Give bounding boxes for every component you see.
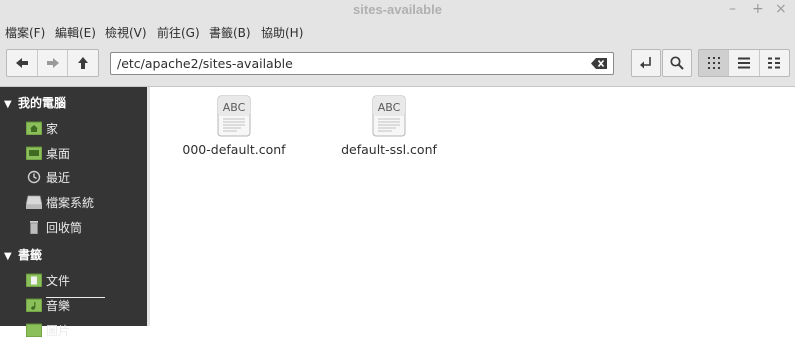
view-mode-buttons (698, 49, 790, 77)
up-button[interactable] (68, 50, 98, 76)
menu-go[interactable]: 前往(G) (157, 24, 200, 41)
navigation-buttons (6, 49, 99, 77)
trash-icon (30, 221, 38, 234)
compact-view-button[interactable] (760, 50, 789, 76)
search-icon (670, 56, 684, 70)
menu-bookmarks[interactable]: 書籤(B) (209, 24, 251, 41)
pictures-folder-icon (26, 323, 42, 337)
text-file-icon: ABC (372, 95, 406, 137)
menu-help[interactable]: 協助(H) (261, 24, 303, 41)
music-folder-icon (26, 298, 42, 312)
list-view-button[interactable] (729, 50, 760, 76)
arrow-up-icon (78, 57, 89, 69)
location-field[interactable]: /etc/apache2/sites-available (110, 52, 614, 75)
recent-icon (27, 170, 41, 184)
icon-view-icon (707, 57, 720, 69)
menu-edit[interactable]: 編輯(E) (55, 24, 96, 41)
menu-file[interactable]: 檔案(F) (5, 24, 45, 41)
sidebar-item-music[interactable]: 音樂 (26, 297, 70, 314)
title-bar: sites-available – + × (0, 0, 795, 20)
sidebar-section-bookmarks[interactable]: ▼ 書籤 (4, 246, 42, 263)
file-icon-text: ABC (223, 101, 246, 114)
drive-icon (26, 195, 42, 209)
sidebar-item-label: 檔案系統 (46, 196, 95, 210)
expander-down-icon: ▼ (4, 251, 12, 262)
toolbar: /etc/apache2/sites-available (0, 44, 795, 87)
forward-button[interactable] (38, 50, 69, 76)
maximize-button[interactable]: + (752, 1, 764, 17)
sidebar-item-label: 桌面 (46, 147, 71, 161)
compact-view-icon (768, 57, 781, 69)
window-title: sites-available (353, 2, 442, 17)
sidebar-section-my-computer[interactable]: ▼ 我的電腦 (4, 94, 66, 111)
sidebar: ▼ 我的電腦 家 桌面 最近 檔案系統 回收筒 ▼ 書籤 文件 音樂 圖片 (0, 87, 147, 338)
icon-view-button[interactable] (699, 50, 730, 76)
location-path[interactable]: /etc/apache2/sites-available (117, 56, 293, 71)
sidebar-item-label: 回收筒 (46, 221, 83, 235)
sidebar-item-home[interactable]: 家 (26, 120, 58, 137)
arrow-left-icon (15, 58, 28, 68)
home-folder-icon (26, 121, 42, 135)
file-icon-text: ABC (378, 101, 401, 114)
sidebar-item-filesystem[interactable]: 檔案系統 (26, 194, 94, 211)
sidebar-item-label: 音樂 (46, 299, 71, 313)
file-name[interactable]: 000-default.conf (174, 142, 294, 157)
toggle-location-button[interactable] (631, 49, 661, 77)
sidebar-item-desktop[interactable]: 桌面 (26, 145, 70, 162)
return-icon (640, 57, 651, 69)
documents-folder-icon (26, 273, 42, 287)
file-item[interactable]: ABC default-ssl.conf (329, 95, 449, 157)
back-button[interactable] (7, 50, 38, 76)
expander-down-icon: ▼ (4, 99, 12, 110)
desktop-folder-icon (26, 146, 42, 160)
search-button[interactable] (662, 49, 692, 77)
sidebar-item-documents[interactable]: 文件 (26, 272, 70, 289)
list-view-icon (737, 57, 750, 69)
file-item[interactable]: ABC 000-default.conf (174, 95, 294, 157)
sidebar-item-label: 最近 (46, 171, 71, 185)
sidebar-item-recent[interactable]: 最近 (26, 169, 70, 186)
sidebar-section-label: 書籤 (18, 248, 43, 262)
sidebar-item-label: 家 (46, 122, 59, 136)
file-view: ABC 000-default.conf ABC default-ssl.con… (150, 87, 795, 326)
file-name[interactable]: default-ssl.conf (329, 142, 449, 157)
sidebar-section-label: 我的電腦 (18, 96, 67, 110)
minimize-button[interactable]: – (729, 1, 736, 17)
menu-bar: 檔案(F) 編輯(E) 檢視(V) 前往(G) 書籤(B) 協助(H) (0, 20, 795, 44)
close-button[interactable]: × (775, 1, 787, 17)
sidebar-item-pictures[interactable]: 圖片 (26, 322, 70, 339)
sidebar-item-label: 文件 (46, 274, 71, 288)
menu-view[interactable]: 檢視(V) (105, 24, 147, 41)
arrow-right-icon (46, 58, 59, 68)
text-file-icon: ABC (217, 95, 251, 137)
sidebar-item-trash[interactable]: 回收筒 (26, 219, 82, 236)
backspace-icon[interactable] (591, 58, 607, 69)
sidebar-item-label: 圖片 (46, 324, 71, 338)
